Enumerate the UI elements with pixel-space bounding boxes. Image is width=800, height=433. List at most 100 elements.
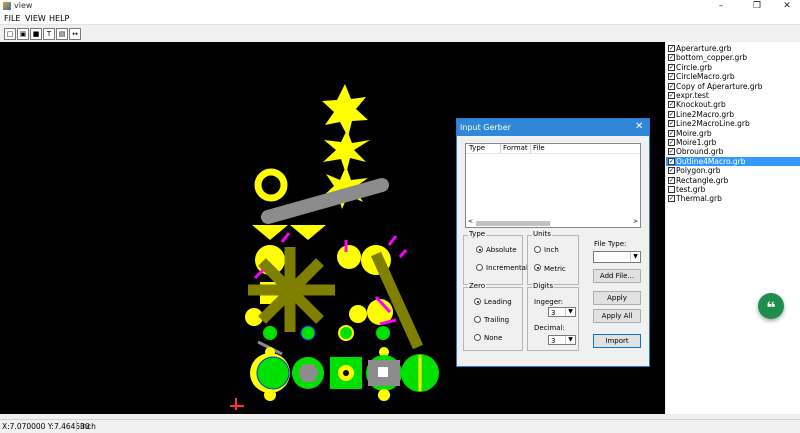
file-list-item[interactable]: ✓ bottom_copper.grb bbox=[666, 53, 800, 62]
file-name-label: bottom_copper.grb bbox=[676, 53, 748, 63]
file-name-label: Outline4Macro.grb bbox=[676, 156, 746, 167]
file-list-item[interactable]: ✓ Line2MacroLine.grb bbox=[666, 119, 800, 128]
maximize-button[interactable]: ❐ bbox=[746, 0, 768, 12]
import-button[interactable]: Import bbox=[593, 334, 641, 348]
type-group-label: Type bbox=[468, 230, 487, 238]
window-title: view bbox=[14, 1, 33, 10]
pad-circle-3 bbox=[337, 245, 361, 269]
file-list-item[interactable]: ✓ Moire1.grb bbox=[666, 138, 800, 147]
file-name-label: Aperarture.grb bbox=[676, 44, 732, 53]
file-checkbox[interactable]: ✓ bbox=[668, 157, 675, 165]
file-list-item[interactable]: ✓ Circle.grb bbox=[666, 63, 800, 72]
green-pad-1 bbox=[263, 326, 277, 340]
horizontal-scrollbar[interactable]: < > bbox=[466, 218, 640, 227]
file-table[interactable]: Type Format File < > bbox=[465, 143, 641, 228]
file-checkbox[interactable]: ✓ bbox=[668, 82, 675, 90]
file-type-select[interactable]: ▼ bbox=[593, 251, 641, 263]
file-name-label: Line2Macro.grb bbox=[676, 109, 734, 119]
radio-metric-label: Metric bbox=[544, 265, 566, 273]
scroll-right-icon[interactable]: > bbox=[633, 218, 638, 225]
radio-trailing[interactable] bbox=[474, 316, 481, 323]
file-checkbox[interactable]: ✓ bbox=[668, 45, 675, 52]
dialog-close-icon[interactable]: ✕ bbox=[635, 121, 643, 132]
input-gerber-dialog: Input Gerber ✕ Type Format File < > Type… bbox=[456, 118, 650, 367]
decimal-label: Decimal: bbox=[534, 324, 565, 332]
column-format[interactable]: Format bbox=[503, 144, 528, 152]
file-list-item[interactable]: test.grb bbox=[666, 185, 800, 194]
radio-incremental[interactable] bbox=[476, 264, 483, 271]
minimize-button[interactable]: – bbox=[710, 0, 732, 12]
new-file-icon[interactable]: □ bbox=[4, 28, 16, 40]
file-checkbox[interactable]: ✓ bbox=[668, 167, 675, 175]
file-checkbox[interactable]: ✓ bbox=[668, 54, 675, 62]
text-icon[interactable]: T bbox=[43, 28, 55, 40]
file-checkbox[interactable]: ✓ bbox=[668, 120, 675, 128]
decimal-select[interactable]: 3 ▼ bbox=[548, 335, 576, 345]
file-list-item[interactable]: ✓ Thermal.grb bbox=[666, 194, 800, 203]
file-list-item[interactable]: ✓ Polygon.grb bbox=[666, 166, 800, 175]
file-name-label: Circle.grb bbox=[676, 62, 713, 72]
add-file-button[interactable]: Add File... bbox=[593, 269, 641, 283]
column-divider bbox=[530, 144, 531, 153]
menu-file[interactable]: FILE bbox=[4, 14, 20, 23]
file-list-item[interactable]: ✓ Rectangle.grb bbox=[666, 176, 800, 185]
file-checkbox[interactable] bbox=[668, 186, 675, 193]
scroll-left-icon[interactable]: < bbox=[468, 218, 473, 225]
file-checkbox[interactable]: ✓ bbox=[668, 139, 675, 146]
radio-incremental-label: Incremental bbox=[486, 264, 528, 272]
file-list-item[interactable]: ✓ expr.test bbox=[666, 91, 800, 100]
file-list-item[interactable]: ✓ Copy of Aperarture.grb bbox=[666, 82, 800, 91]
apply-button[interactable]: Apply bbox=[593, 291, 641, 305]
file-checkbox[interactable]: ✓ bbox=[668, 129, 675, 137]
chevron-down-icon: ▼ bbox=[565, 308, 575, 316]
apply-all-button[interactable]: Apply All bbox=[593, 309, 641, 323]
file-checkbox[interactable]: ✓ bbox=[668, 110, 675, 118]
close-button[interactable]: ✕ bbox=[776, 0, 798, 12]
menu-bar: FILE VIEW HELP bbox=[0, 12, 800, 25]
file-list-item[interactable]: ✓ Obround.grb bbox=[666, 147, 800, 156]
radio-inch-label: Inch bbox=[544, 246, 559, 254]
scroll-thumb[interactable] bbox=[476, 221, 550, 226]
green-pad-3 bbox=[338, 325, 354, 341]
file-list-item[interactable]: ✓ Outline4Macro.grb bbox=[666, 156, 800, 167]
type-group: Type Absolute Incremental bbox=[463, 230, 528, 285]
radio-absolute[interactable] bbox=[476, 246, 483, 253]
triangle-right bbox=[290, 225, 326, 240]
status-bar: X:7.070000 Y:7.464530 Inch bbox=[0, 419, 800, 433]
file-checkbox[interactable]: ✓ bbox=[668, 101, 675, 109]
star-shape-middle bbox=[323, 130, 370, 174]
radio-none[interactable] bbox=[474, 334, 481, 341]
integer-select[interactable]: 3 ▼ bbox=[548, 307, 576, 317]
file-list-item[interactable]: ✓ Knockout.grb bbox=[666, 100, 800, 109]
file-checkbox[interactable]: ✓ bbox=[668, 73, 675, 81]
save-icon[interactable]: ■ bbox=[30, 28, 42, 40]
white-square bbox=[378, 367, 388, 377]
file-name-label: Polygon.grb bbox=[676, 166, 721, 176]
file-list-item[interactable]: ✓ Moire.grb bbox=[666, 129, 800, 138]
file-checkbox[interactable]: ✓ bbox=[668, 92, 675, 99]
file-checkbox[interactable]: ✓ bbox=[668, 195, 675, 203]
open-folder-icon[interactable]: ▣ bbox=[17, 28, 29, 40]
pad-circle-6 bbox=[349, 305, 367, 323]
column-file[interactable]: File bbox=[533, 144, 545, 152]
file-list-item[interactable]: ✓ Aperarture.grb bbox=[666, 44, 800, 53]
radio-inch[interactable] bbox=[534, 246, 541, 253]
table-header: Type Format File bbox=[466, 144, 640, 154]
quote-fab-icon[interactable]: ❝ bbox=[758, 293, 784, 319]
file-list-item[interactable]: ✓ Line2Macro.grb bbox=[666, 110, 800, 119]
menu-help[interactable]: HELP bbox=[49, 14, 69, 23]
measure-icon[interactable]: ↔ bbox=[69, 28, 81, 40]
radio-leading[interactable] bbox=[474, 298, 481, 305]
zero-group: Zero Leading Trailing None bbox=[463, 282, 523, 351]
file-checkbox[interactable]: ✓ bbox=[668, 176, 675, 184]
column-type[interactable]: Type bbox=[469, 144, 485, 152]
layers-icon[interactable]: ▤ bbox=[56, 28, 68, 40]
file-checkbox[interactable]: ✓ bbox=[668, 148, 675, 156]
radio-metric[interactable] bbox=[534, 264, 541, 271]
menu-view[interactable]: VIEW bbox=[25, 14, 46, 23]
file-list-item[interactable]: ✓ CircleMacro.grb bbox=[666, 72, 800, 81]
file-checkbox[interactable]: ✓ bbox=[668, 63, 675, 71]
dialog-title: Input Gerber bbox=[460, 123, 511, 132]
radio-trailing-label: Trailing bbox=[484, 316, 510, 324]
file-name-label: Line2MacroLine.grb bbox=[676, 119, 750, 129]
